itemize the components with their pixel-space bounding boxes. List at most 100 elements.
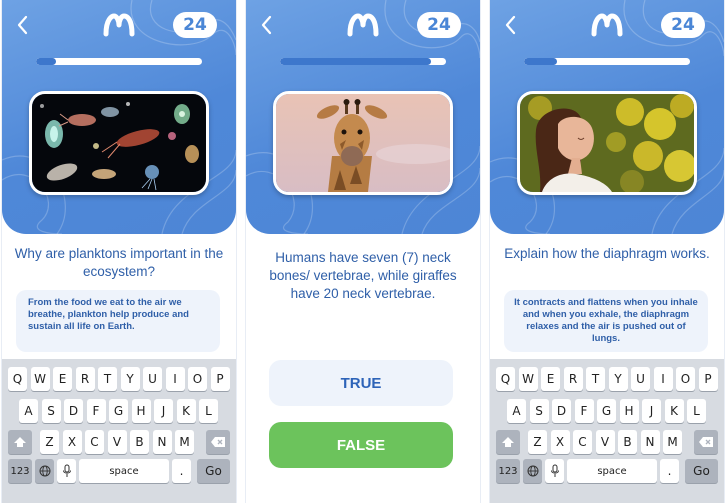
chevron-left-icon[interactable]: [502, 14, 520, 36]
keyboard: QWERTYUIOP ASDFGHJKL ZXCVBNM 123 space .…: [490, 359, 724, 503]
go-key[interactable]: Go: [197, 459, 230, 483]
numbers-key[interactable]: 123: [496, 459, 520, 483]
key-h[interactable]: H: [619, 399, 639, 423]
key-b[interactable]: B: [618, 430, 637, 454]
key-g[interactable]: G: [597, 399, 616, 423]
chevron-left-icon[interactable]: [14, 14, 32, 36]
score-badge: 24: [417, 12, 461, 38]
key-p[interactable]: P: [210, 367, 230, 391]
go-key[interactable]: Go: [685, 459, 718, 483]
mic-icon: [62, 464, 71, 477]
space-key[interactable]: space: [79, 459, 169, 483]
m-logo-icon: [347, 13, 379, 37]
keyboard-row-2: ASDFGHJKL: [2, 399, 236, 423]
key-m[interactable]: M: [175, 430, 194, 454]
key-w[interactable]: W: [30, 367, 50, 391]
mic-key[interactable]: [545, 459, 564, 483]
delete-key[interactable]: [694, 430, 718, 454]
question-text: Why are planktons important in the ecosy…: [14, 246, 224, 279]
globe-icon: [39, 465, 50, 477]
numbers-key[interactable]: 123: [8, 459, 32, 483]
key-z[interactable]: Z: [528, 430, 547, 454]
score-badge: 24: [173, 12, 217, 38]
keyboard-row-2: ASDFGHJKL: [490, 399, 724, 423]
progress-bar: [280, 58, 446, 65]
mic-key[interactable]: [57, 459, 76, 483]
key-d[interactable]: D: [64, 399, 83, 423]
key-j[interactable]: J: [154, 399, 173, 423]
key-s[interactable]: S: [41, 399, 61, 423]
answer-input[interactable]: It contracts and flattens when you inhal…: [504, 290, 708, 352]
key-v[interactable]: V: [595, 430, 615, 454]
key-p[interactable]: P: [698, 367, 718, 391]
key-d[interactable]: D: [552, 399, 571, 423]
question-image: [29, 91, 209, 195]
period-key[interactable]: .: [660, 459, 679, 483]
m-logo-icon: [103, 13, 135, 37]
key-l[interactable]: L: [199, 399, 218, 423]
key-e[interactable]: E: [541, 367, 560, 391]
shift-icon: [502, 437, 514, 447]
mic-icon: [550, 464, 559, 477]
key-e[interactable]: E: [53, 367, 72, 391]
header-panel: 24: [490, 0, 724, 234]
key-l[interactable]: L: [687, 399, 706, 423]
key-v[interactable]: V: [107, 430, 127, 454]
key-f[interactable]: F: [574, 399, 594, 423]
key-j[interactable]: J: [642, 399, 661, 423]
key-n[interactable]: N: [152, 430, 172, 454]
key-s[interactable]: S: [529, 399, 549, 423]
globe-key[interactable]: [35, 459, 54, 483]
key-c[interactable]: C: [85, 430, 104, 454]
shift-icon: [14, 437, 26, 447]
key-a[interactable]: A: [19, 399, 38, 423]
header-panel: 24: [2, 0, 236, 234]
answer-input[interactable]: From the food we eat to the air we breat…: [16, 290, 220, 352]
key-q[interactable]: Q: [496, 367, 515, 391]
chevron-left-icon[interactable]: [258, 14, 276, 36]
globe-icon: [527, 465, 538, 477]
shift-key[interactable]: [496, 430, 520, 454]
delete-key[interactable]: [206, 430, 230, 454]
question-image: [273, 91, 453, 195]
key-b[interactable]: B: [130, 430, 149, 454]
key-r[interactable]: R: [563, 367, 583, 391]
key-f[interactable]: F: [86, 399, 106, 423]
key-u[interactable]: U: [631, 367, 650, 391]
key-i[interactable]: I: [165, 367, 185, 391]
key-u[interactable]: U: [143, 367, 162, 391]
key-k[interactable]: K: [176, 399, 196, 423]
space-key[interactable]: space: [567, 459, 657, 483]
false-button[interactable]: FALSE: [269, 422, 453, 468]
progress-fill: [524, 58, 558, 65]
quiz-screen-plankton: 24 Why are planktons important in the ec…: [2, 0, 236, 503]
key-o[interactable]: O: [676, 367, 695, 391]
key-r[interactable]: R: [75, 367, 95, 391]
key-y[interactable]: Y: [608, 367, 628, 391]
key-a[interactable]: A: [507, 399, 526, 423]
key-i[interactable]: I: [653, 367, 673, 391]
key-g[interactable]: G: [109, 399, 128, 423]
key-h[interactable]: H: [131, 399, 151, 423]
key-t[interactable]: T: [586, 367, 605, 391]
backspace-icon: [699, 437, 713, 447]
key-t[interactable]: T: [98, 367, 117, 391]
shift-key[interactable]: [8, 430, 32, 454]
period-key[interactable]: .: [172, 459, 191, 483]
globe-key[interactable]: [523, 459, 542, 483]
key-x[interactable]: X: [550, 430, 570, 454]
key-x[interactable]: X: [62, 430, 82, 454]
key-w[interactable]: W: [518, 367, 538, 391]
progress-fill: [280, 58, 432, 65]
key-o[interactable]: O: [188, 367, 207, 391]
key-q[interactable]: Q: [8, 367, 27, 391]
key-n[interactable]: N: [640, 430, 660, 454]
key-y[interactable]: Y: [120, 367, 140, 391]
question-text: Explain how the diaphragm works.: [504, 246, 710, 261]
score-badge: 24: [661, 12, 705, 38]
key-k[interactable]: K: [664, 399, 684, 423]
key-m[interactable]: M: [663, 430, 682, 454]
key-c[interactable]: C: [573, 430, 592, 454]
key-z[interactable]: Z: [40, 430, 59, 454]
true-button[interactable]: TRUE: [269, 360, 453, 406]
